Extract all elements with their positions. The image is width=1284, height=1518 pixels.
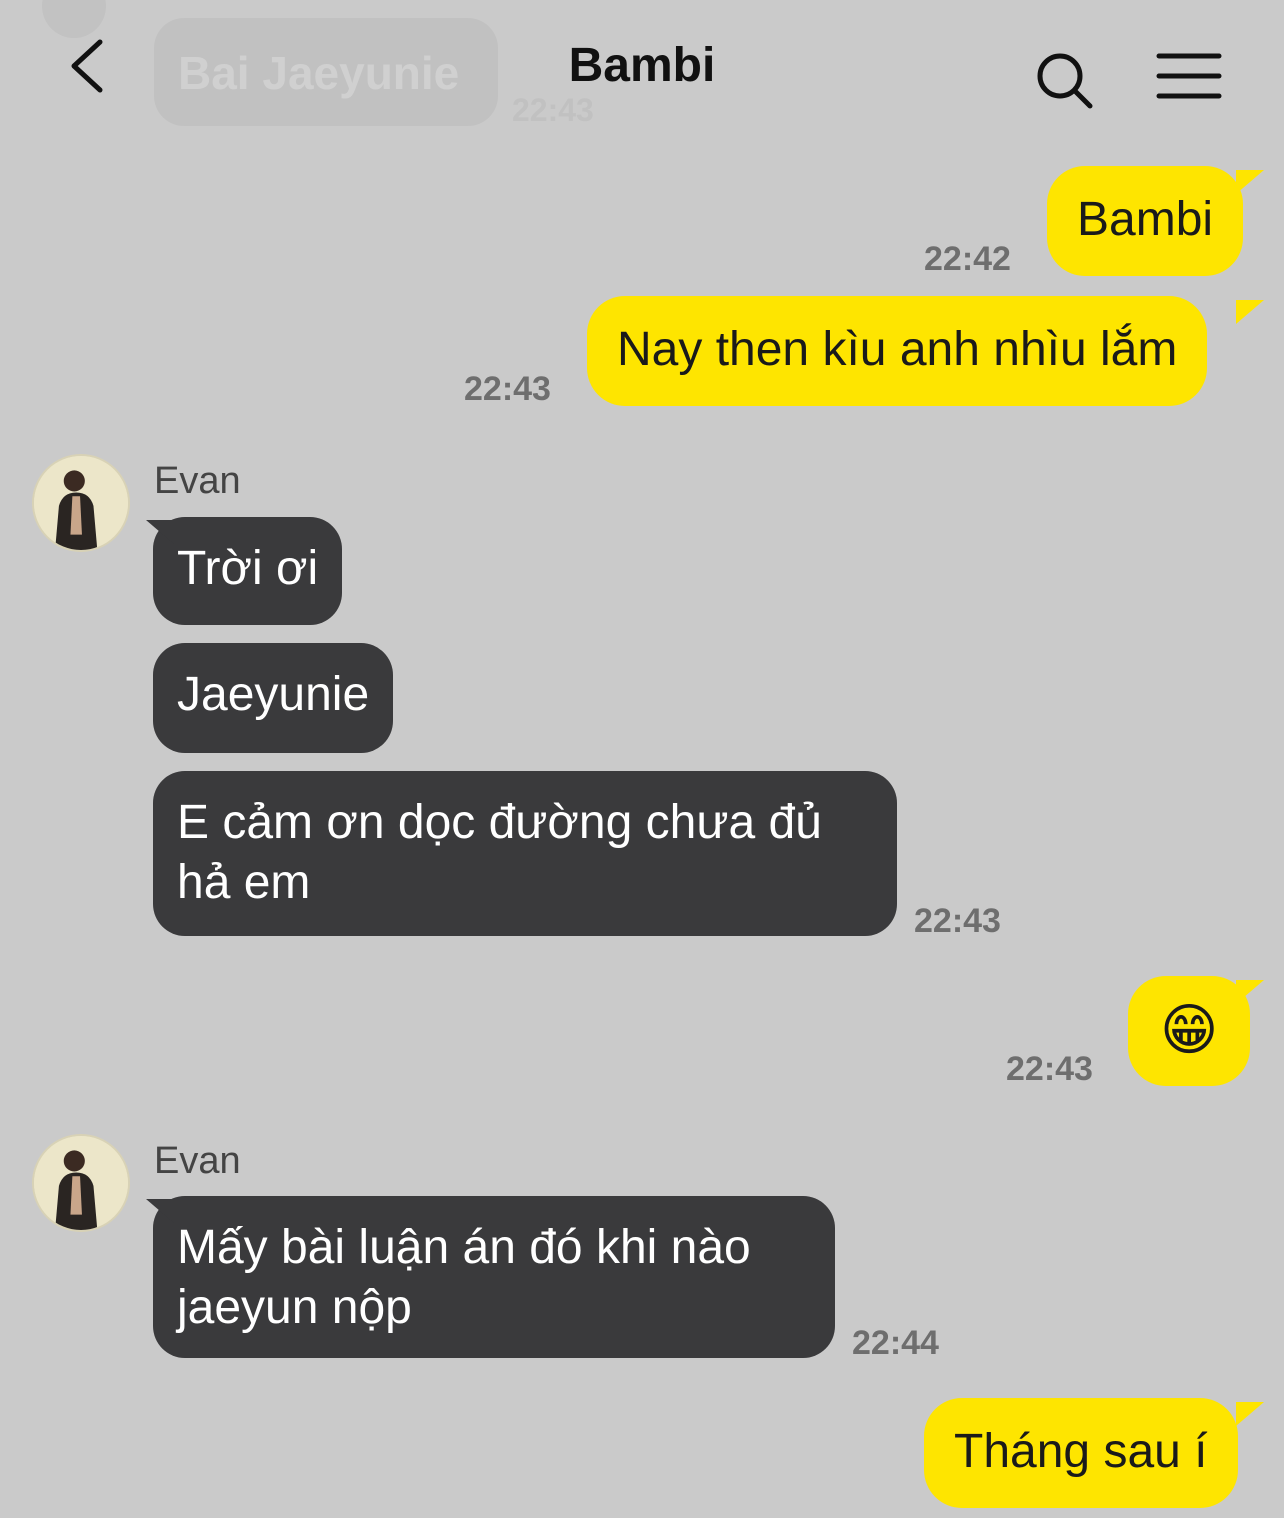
message-text-line: E cảm ơn dọc đường chưa đủ: [177, 796, 822, 849]
bubble-tail: [1236, 980, 1264, 1004]
avatar[interactable]: [32, 1134, 130, 1232]
grinning-face-icon: 😁: [1160, 998, 1219, 1061]
message-timestamp: 22:43: [464, 370, 551, 408]
profile-photo: [34, 1136, 128, 1230]
search-button[interactable]: [1030, 46, 1100, 116]
sender-name: Evan: [154, 1140, 241, 1182]
bubble-tail: [1236, 170, 1264, 194]
message-timestamp: 22:44: [852, 1324, 939, 1362]
message-timestamp: 22:42: [924, 240, 1011, 278]
chat-screen: Bai Jaeyunie 22:43 Bambi 22:42 Bambi 22:…: [0, 0, 1284, 1518]
sender-name: Evan: [154, 460, 241, 502]
profile-photo: [34, 456, 128, 550]
message-text: Tháng sau í: [954, 1425, 1208, 1478]
their-message-bubble[interactable]: Jaeyunie: [153, 643, 394, 753]
message-text: Nay then kìu anh nhìu lắm: [617, 323, 1178, 376]
faded-avatar: [42, 0, 106, 38]
message-text: Bambi: [1077, 193, 1214, 246]
my-message-bubble[interactable]: Tháng sau í: [924, 1398, 1238, 1508]
avatar[interactable]: [32, 454, 130, 552]
menu-button[interactable]: [1154, 46, 1224, 106]
my-message-bubble[interactable]: 😁: [1128, 976, 1251, 1086]
bubble-tail: [1236, 1402, 1264, 1426]
message-text-line: jaeyun nộp: [177, 1281, 412, 1334]
their-message-bubble[interactable]: E cảm ơn dọc đường chưa đủ hả em: [153, 771, 897, 936]
search-icon: [1037, 53, 1093, 109]
bubble-tail: [1236, 300, 1264, 324]
message-text: Trời ơi: [177, 542, 319, 595]
my-message-bubble[interactable]: Bambi: [1047, 166, 1244, 276]
menu-icon: [1156, 53, 1222, 99]
message-timestamp: 22:43: [914, 902, 1001, 940]
message-timestamp: 22:43: [1006, 1050, 1093, 1088]
chat-header: Bai Jaeyunie 22:43 Bambi: [0, 0, 1284, 140]
their-message-bubble[interactable]: Trời ơi: [153, 517, 343, 625]
their-message-bubble[interactable]: Mấy bài luận án đó khi nào jaeyun nộp: [153, 1196, 835, 1358]
my-message-bubble[interactable]: Nay then kìu anh nhìu lắm: [587, 296, 1208, 406]
message-text: Jaeyunie: [177, 668, 370, 721]
faded-timestamp: 22:43: [512, 92, 594, 128]
message-text-line: Mấy bài luận án đó khi nào: [177, 1221, 751, 1274]
message-text-line: hả em: [177, 856, 311, 909]
